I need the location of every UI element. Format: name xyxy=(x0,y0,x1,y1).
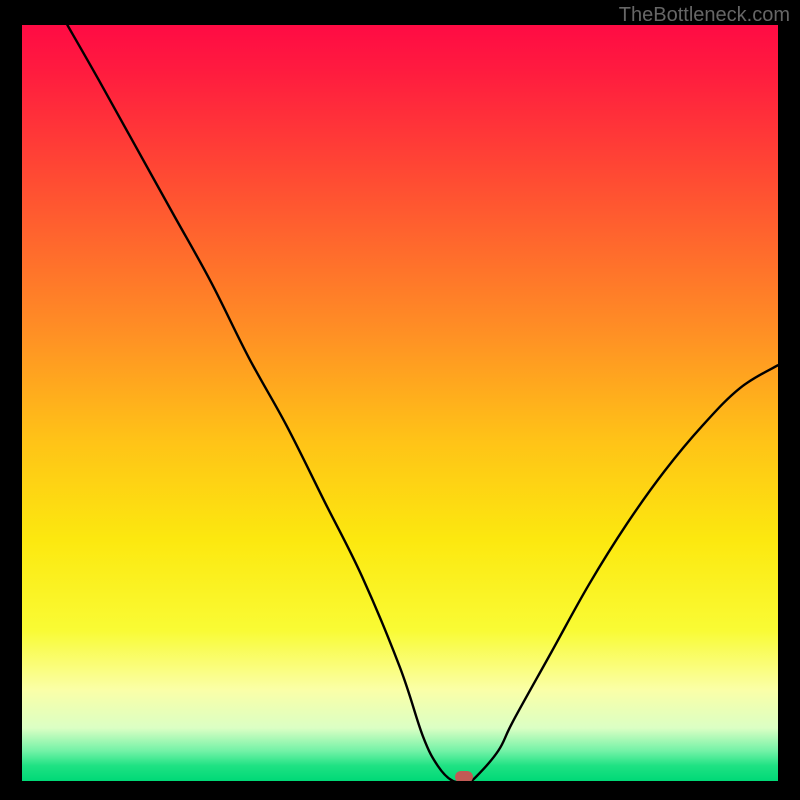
plot-area xyxy=(22,25,778,781)
chart-frame: TheBottleneck.com xyxy=(0,0,800,800)
bottleneck-curve xyxy=(22,25,778,781)
minimum-marker xyxy=(455,771,473,781)
watermark-text: TheBottleneck.com xyxy=(619,4,790,27)
curve-path xyxy=(67,25,778,781)
